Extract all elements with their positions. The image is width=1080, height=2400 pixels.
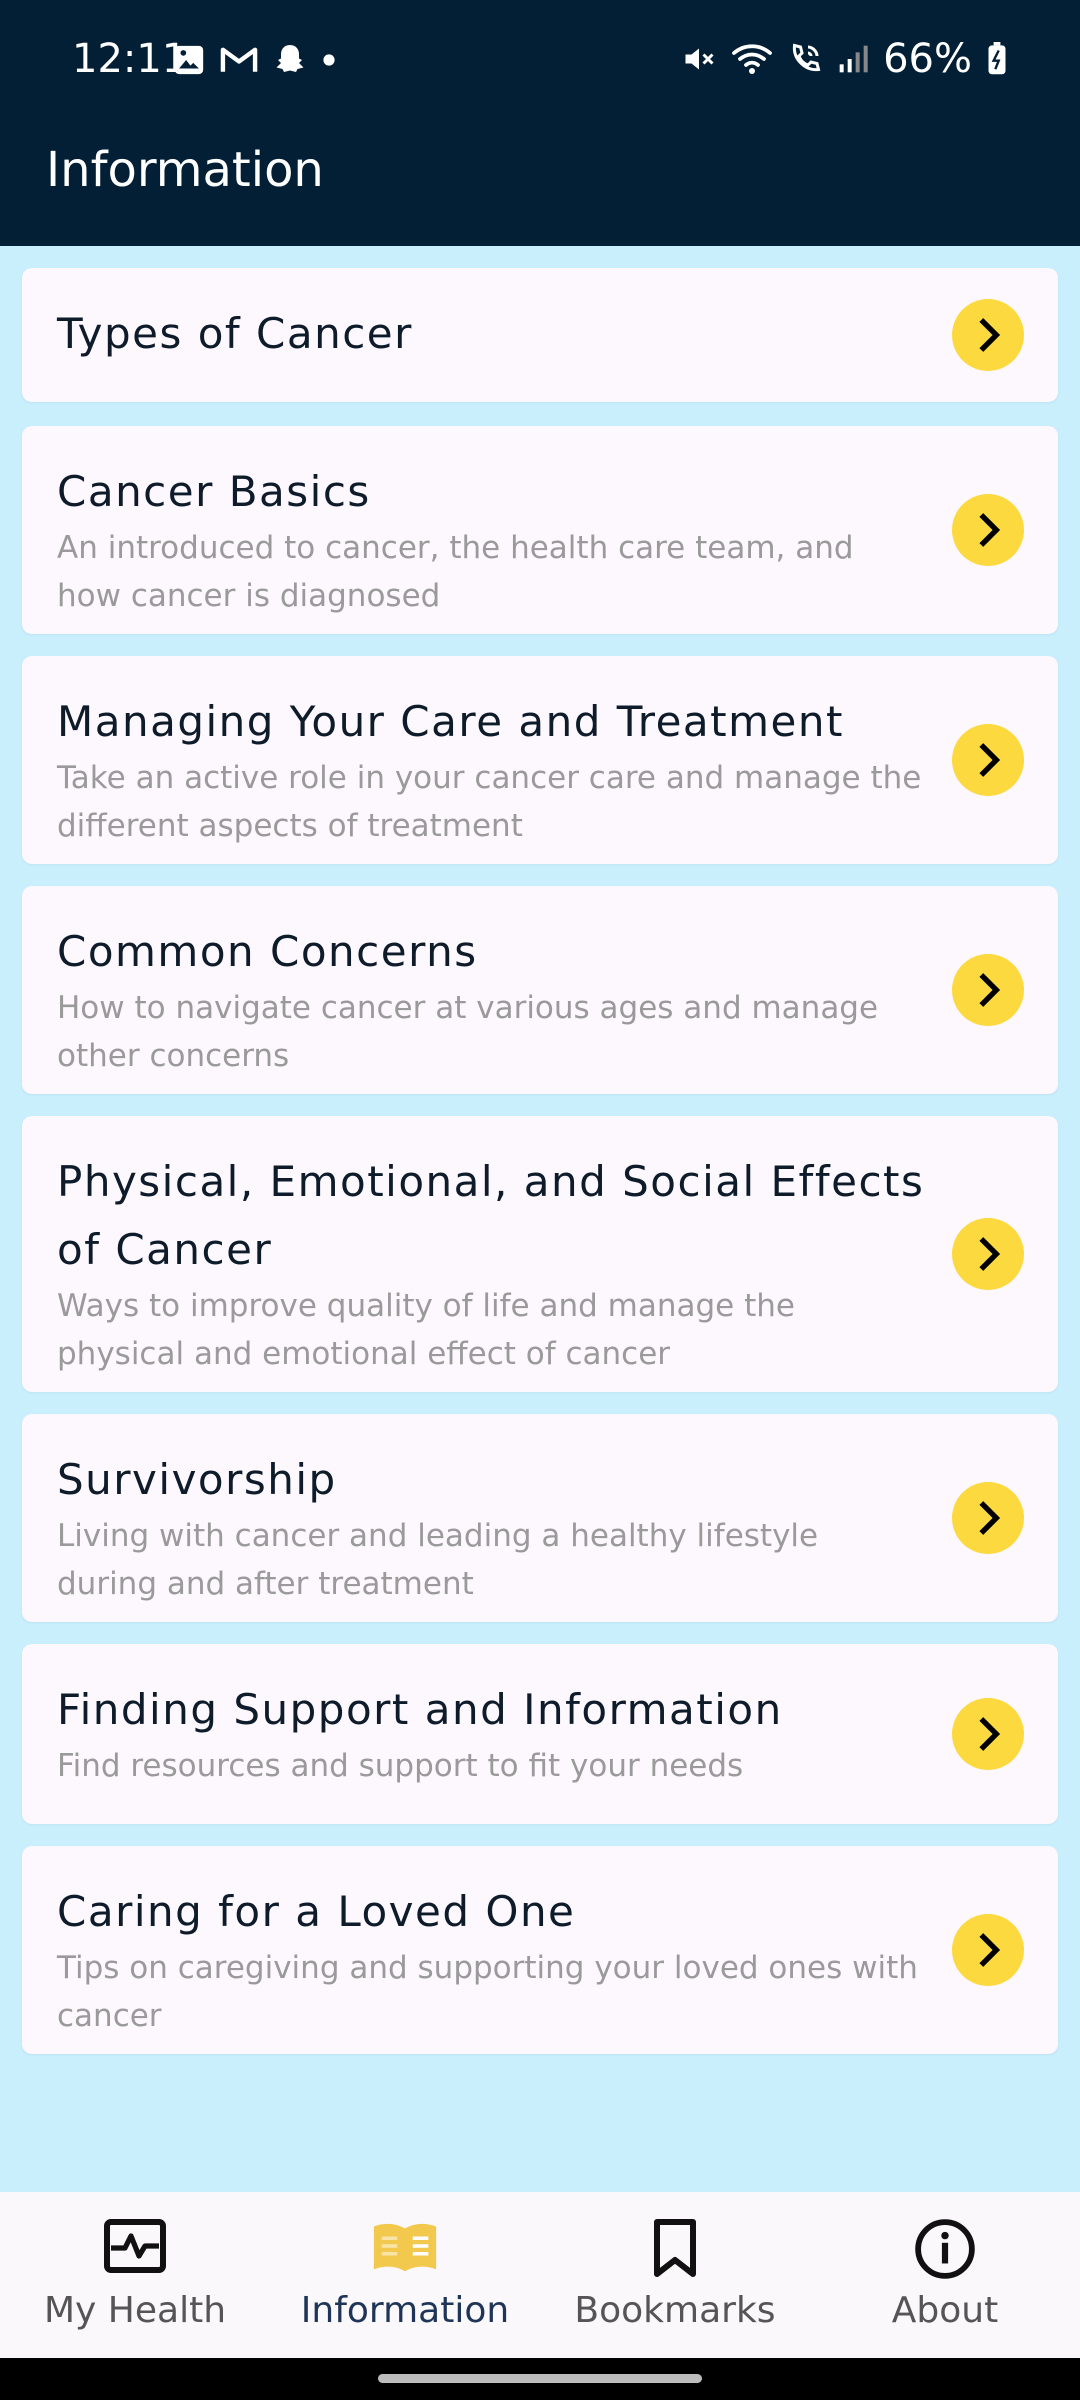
list-item-effects-of-cancer[interactable]: Physical, Emotional, and Social Effects … xyxy=(22,1116,1058,1392)
list-item-description: Take an active role in your cancer care … xyxy=(57,760,922,844)
chevron-right-icon[interactable] xyxy=(952,1482,1024,1554)
list-item-cancer-basics[interactable]: Cancer Basics An introduced to cancer, t… xyxy=(22,426,1058,634)
bottom-navigation: My Health Information Bookmarks About xyxy=(0,2192,1080,2358)
book-icon xyxy=(373,2223,437,2272)
battery-percent: 66% xyxy=(883,36,972,82)
bookmark-icon xyxy=(654,2219,696,2277)
system-icons: 66% xyxy=(681,36,1008,82)
list-item-title: Types of Cancer xyxy=(57,309,413,358)
chevron-right-icon[interactable] xyxy=(952,1698,1024,1770)
wifi-icon xyxy=(732,44,772,74)
list-item-description: Tips on caregiving and supporting your l… xyxy=(57,1950,918,2034)
nav-label: My Health xyxy=(43,2290,227,2331)
list-item-description: Ways to improve quality of life and mana… xyxy=(57,1288,795,1372)
nav-bookmarks[interactable]: Bookmarks xyxy=(540,2192,810,2358)
notification-icons xyxy=(172,42,336,78)
list-item-title: Physical, Emotional, and Social Effects … xyxy=(57,1157,925,1274)
list-item-description: How to navigate cancer at various ages a… xyxy=(57,990,879,1074)
gesture-bar xyxy=(0,2358,1080,2400)
mute-icon xyxy=(685,48,714,70)
app-bar: Information xyxy=(0,122,1080,246)
list-item-title: Survivorship xyxy=(57,1455,337,1504)
list-item-title: Finding Support and Information xyxy=(57,1685,783,1734)
nav-label: About xyxy=(891,2290,999,2331)
list-item-title: Managing Your Care and Treatment xyxy=(57,697,844,746)
status-time: 12:11 xyxy=(72,36,188,82)
list-item-description: Living with cancer and leading a healthy… xyxy=(57,1518,819,1602)
signal-icon xyxy=(839,45,868,73)
page-title: Information xyxy=(46,142,324,198)
status-bar: 12:11 66% xyxy=(0,0,1080,122)
dot-icon xyxy=(323,54,335,66)
list-item-description: Find resources and support to fit your n… xyxy=(57,1748,744,1784)
chevron-right-icon[interactable] xyxy=(952,1914,1024,1986)
nav-information[interactable]: Information xyxy=(270,2192,540,2358)
list-item-description: An introduced to cancer, the health care… xyxy=(57,530,854,614)
nav-my-health[interactable]: My Health xyxy=(0,2192,270,2358)
chevron-right-icon[interactable] xyxy=(952,954,1024,1026)
info-icon xyxy=(915,2219,975,2279)
chevron-right-icon[interactable] xyxy=(952,299,1024,371)
gmail-icon xyxy=(220,47,258,72)
list-item-caring-loved-one[interactable]: Caring for a Loved One Tips on caregivin… xyxy=(22,1846,1058,2054)
list-item-finding-support[interactable]: Finding Support and Information Find res… xyxy=(22,1644,1058,1824)
chevron-right-icon[interactable] xyxy=(952,1218,1024,1290)
home-indicator[interactable] xyxy=(378,2374,702,2383)
wifi-calling-icon xyxy=(793,43,821,72)
list-item-survivorship[interactable]: Survivorship Living with cancer and lead… xyxy=(22,1414,1058,1622)
gallery-icon xyxy=(174,45,204,75)
list-item-title: Cancer Basics xyxy=(57,467,371,516)
nav-label: Bookmarks xyxy=(574,2290,776,2331)
snapchat-icon xyxy=(276,45,304,72)
health-monitor-icon xyxy=(104,2219,166,2273)
chevron-right-icon[interactable] xyxy=(952,494,1024,566)
list-item-managing-care[interactable]: Managing Your Care and Treatment Take an… xyxy=(22,656,1058,864)
list-item-common-concerns[interactable]: Common Concerns How to navigate cancer a… xyxy=(22,886,1058,1094)
battery-icon xyxy=(988,42,1006,75)
list-item-title: Caring for a Loved One xyxy=(57,1887,576,1936)
chevron-right-icon[interactable] xyxy=(952,724,1024,796)
nav-label: Information xyxy=(300,2290,510,2331)
list-item-types-of-cancer[interactable]: Types of Cancer xyxy=(22,268,1058,402)
list-item-title: Common Concerns xyxy=(57,927,478,976)
nav-about[interactable]: About xyxy=(810,2192,1080,2358)
